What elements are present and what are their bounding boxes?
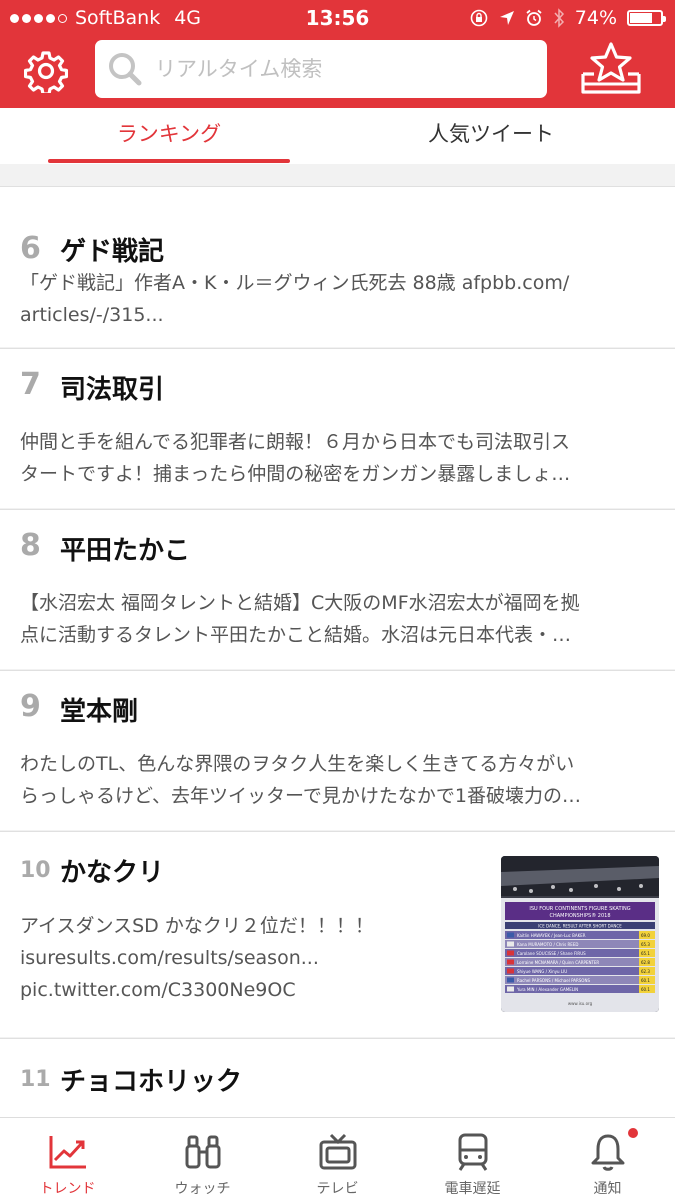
list-item[interactable]: 8 平田たかこ 【水沼宏太 福岡タレントと結婚】C大阪のMF水沼宏太が福岡を拠 … [0,509,675,669]
status-bar: SoftBank 4G 13:56 74% [0,0,675,36]
battery-percent: 74% [574,7,617,29]
thumb-footer: www.isu.org [568,1001,593,1006]
snippet-line: 仲間と手を組んでる犯罪者に朗報！６月から日本でも司法取引ス [20,431,571,453]
snippet-line: タートですよ！捕まったら仲間の秘密をガンガン暴露しましょ… [20,463,571,485]
trend-title: 堂本剛 [60,697,139,727]
trend-snippet: 「ゲド戦記」作者A・K・ル＝グウィン氏死去 88歳 afpbb.com/ art… [20,267,649,331]
nav-label: テレビ [316,1181,359,1197]
thumb-row-name: Kana MURAMOTO / Chris REED [517,942,578,947]
binoculars-icon [185,1135,221,1169]
rotation-lock-icon [470,9,488,27]
alarm-icon [526,9,542,26]
rank-number: 10 [20,858,51,883]
snippet-line: アイスダンスSD かなクリ２位だ！！！！ [20,915,374,937]
tweet-image-thumbnail[interactable]: ISU FOUR CONTINENTS FIGURE SKATING CHAMP… [501,856,659,1012]
nav-tv[interactable]: テレビ [270,1118,405,1201]
snippet-line: 【水沼宏太 福岡タレントと結婚】C大阪のMF水沼宏太が福岡を拠 [20,592,580,614]
ranking-list[interactable]: 6 ゲド戦記 「ゲド戦記」作者A・K・ル＝グウィン氏死去 88歳 afpbb.c… [0,164,675,1117]
thumb-row-score: 69.0 [641,933,650,938]
thumb-row-flag [507,941,514,947]
trend-snippet: 【水沼宏太 福岡タレントと結婚】C大阪のMF水沼宏太が福岡を拠 点に活動するタレ… [20,587,649,651]
favorites-star-icon[interactable] [578,40,644,100]
list-item[interactable]: 11 チョコホリック [0,1038,675,1117]
battery-icon [627,10,666,26]
snippet-line: pic.twitter.com/C3300Ne9OC [20,979,296,1001]
trend-snippet: わたしのTL、色んな界隈のヲタク人生を楽しく生きてる方々がい らっしゃるけど、去… [20,748,649,812]
thumb-row-flag [507,968,514,974]
tab-ranking[interactable]: ランキング [48,108,290,164]
app-header: SoftBank 4G 13:56 74% [0,0,675,108]
thumb-row-score: 62.8 [641,960,650,965]
thumb-subtitle: ICE DANCE, RESULT AFTER SHORT DANCE [538,924,622,929]
battery-level-fill [630,13,652,23]
thumb-row-score: 65.1 [641,951,650,956]
notification-badge [628,1128,638,1138]
realtime-search-box[interactable] [95,40,547,98]
location-icon [499,11,514,25]
tv-icon [319,1133,357,1170]
bell-icon [591,1134,625,1171]
thumb-row-score: 60.1 [641,987,650,992]
list-item[interactable]: 10 かなクリ アイスダンスSD かなクリ２位だ！！！！ isuresults.… [0,831,675,1037]
trend-snippet: 仲間と手を組んでる犯罪者に朗報！６月から日本でも司法取引ス タートですよ！捕まっ… [20,426,649,490]
thumb-row-name: Shiyue WANG / Xinyu LIU [517,969,567,974]
tab-popular-tweets[interactable]: 人気ツイート [355,108,627,164]
thumb-results-table: Kaitlin HAWAYEK / Jean-Luc BAKER 69.0 Kana… [505,931,655,993]
thumb-row-flag [507,950,514,956]
list-item[interactable]: 7 司法取引 仲間と手を組んでる犯罪者に朗報！６月から日本でも司法取引ス タート… [0,348,675,508]
trend-chart-icon [49,1136,86,1169]
snippet-line: isuresults.com/results/season... [20,947,319,969]
snippet-line: らっしゃるけど、去年ツイッターで見かけたなかで1番破壊力の… [20,785,582,807]
thumb-row-name: Carolane SOUCISSE / Shane FIRUS [517,951,586,956]
thumb-row-name: Rachel PARSONS / Michael PARSONS [517,978,590,983]
nav-label: ウォッチ [174,1181,231,1197]
trend-title: かなクリ [60,858,165,888]
tab-bar: ランキング 人気ツイート [0,108,675,165]
snippet-line: わたしのTL、色んな界隈のヲタク人生を楽しく生きてる方々がい [20,753,575,775]
nav-trend[interactable]: トレンド [0,1118,135,1201]
nav-label: トレンド [39,1181,96,1197]
rank-number: 7 [20,367,41,402]
thumb-row-name: Lorraine MCNAMARA / Quinn CARPENTER [517,960,599,965]
thumb-row-flag [507,986,514,992]
search-input[interactable] [155,40,535,98]
rank-number: 8 [20,528,41,563]
snippet-line: 点に活動するタレント平田たかこと結婚。水沼は元日本代表・… [20,624,572,646]
nav-label: 電車遅延 [444,1181,501,1197]
snippet-line: articles/-/315... [20,304,164,326]
rank-number: 6 [20,231,41,266]
thumb-row-score: 60.1 [641,978,650,983]
skating-results-image: ISU FOUR CONTINENTS FIGURE SKATING CHAMP… [501,856,659,1012]
trend-title: チョコホリック [60,1067,243,1097]
nav-label: 通知 [593,1181,622,1197]
rank-number: 9 [20,689,41,724]
thumb-banner-line1: ISU FOUR CONTINENTS FIGURE SKATING [529,906,630,912]
bluetooth-icon [554,8,564,28]
trend-title: 平田たかこ [60,536,191,566]
active-tab-indicator [48,159,290,163]
thumb-row-name: Kaitlin HAWAYEK / Jean-Luc BAKER [517,933,586,938]
list-item[interactable]: 6 ゲド戦記 「ゲド戦記」作者A・K・ル＝グウィン氏死去 88歳 afpbb.c… [0,186,675,347]
train-icon [458,1133,488,1171]
trend-title: 司法取引 [60,375,165,405]
bottom-nav: トレンド ウォッチ テレビ 電車遅延 通知 [0,1117,675,1201]
trend-title: ゲド戦記 [60,237,165,267]
nav-train-delay[interactable]: 電車遅延 [405,1118,540,1201]
thumb-row-name: Yura MIN / Alexander GAMELIN [516,987,578,992]
trend-snippet: アイスダンスSD かなクリ２位だ！！！！ isuresults.com/resu… [20,910,475,1006]
thumb-banner-line2: CHAMPIONSHIPS® 2018 [549,912,610,919]
snippet-line: 「ゲド戦記」作者A・K・ル＝グウィン氏死去 88歳 afpbb.com/ [20,272,570,294]
thumb-row-flag [507,932,514,938]
status-right: 74% [469,7,666,29]
nav-watch[interactable]: ウォッチ [135,1118,270,1201]
thumb-row-flag [507,977,514,983]
rank-number: 11 [20,1067,51,1092]
search-icon [109,53,142,86]
thumb-row-score: 62.3 [641,969,650,974]
settings-gear-icon[interactable] [24,49,68,93]
nav-notifications[interactable]: 通知 [540,1118,675,1201]
thumb-row-flag [507,959,514,965]
list-item[interactable]: 9 堂本剛 わたしのTL、色んな界隈のヲタク人生を楽しく生きてる方々がい らっし… [0,670,675,830]
thumb-row-score: 65.3 [641,942,650,947]
